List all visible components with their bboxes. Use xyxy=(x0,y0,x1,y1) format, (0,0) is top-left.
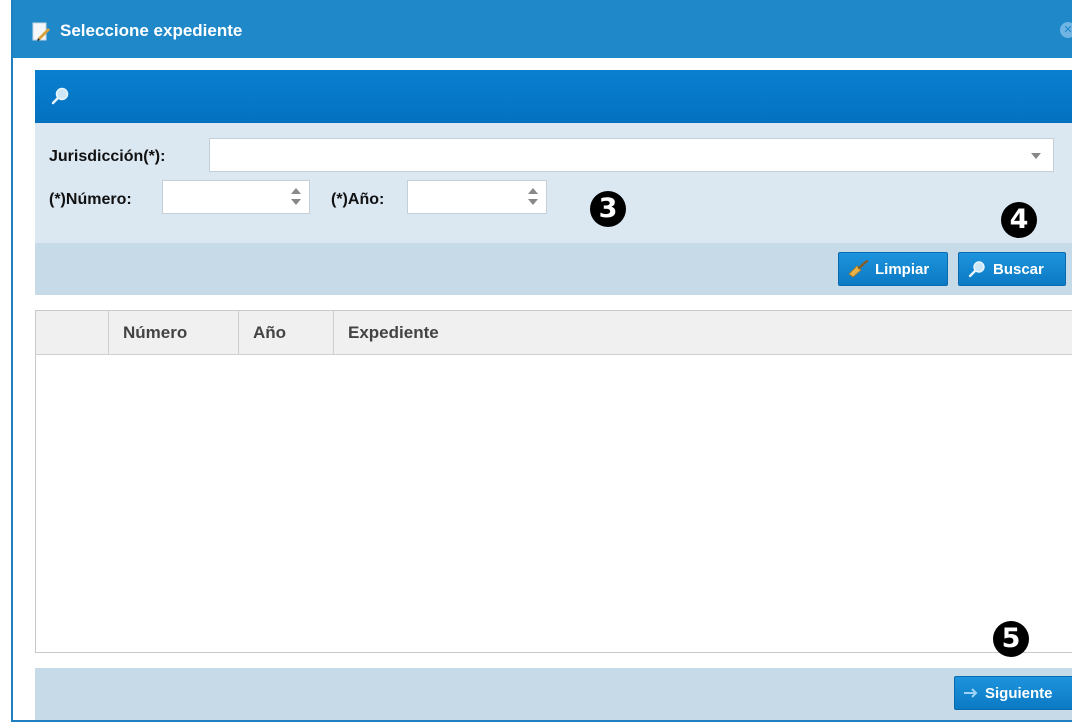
search-button-bar: Limpiar Buscar xyxy=(35,243,1072,295)
spin-down-icon[interactable] xyxy=(528,199,538,205)
siguiente-button[interactable]: Siguiente xyxy=(954,676,1072,710)
limpiar-button[interactable]: Limpiar xyxy=(838,252,948,286)
magnifier-icon xyxy=(51,87,69,105)
anio-stepper[interactable] xyxy=(528,188,538,208)
chevron-down-icon[interactable] xyxy=(1031,153,1041,159)
jurisdiccion-select[interactable] xyxy=(209,138,1054,172)
expedientes-table: Número Año Expediente xyxy=(35,310,1072,653)
column-header-numero[interactable]: Número xyxy=(109,311,239,355)
jurisdiccion-label: Jurisdicción(*): xyxy=(49,148,166,165)
step-marker-4: 4 xyxy=(1001,202,1037,238)
spin-down-icon[interactable] xyxy=(291,199,301,205)
anio-label: (*)Año: xyxy=(331,191,385,208)
step-marker-3: 3 xyxy=(590,191,626,227)
dialog-footer: Siguiente xyxy=(35,668,1072,720)
limpiar-label: Limpiar xyxy=(875,260,930,278)
dialog-window: Seleccione expediente ✕ Jurisdicción(*):… xyxy=(11,0,1072,722)
numero-label: (*)Número: xyxy=(49,191,132,208)
broom-icon xyxy=(848,260,869,278)
step-marker-5: 5 xyxy=(993,621,1029,657)
close-icon[interactable]: ✕ xyxy=(1060,22,1072,38)
buscar-button[interactable]: Buscar xyxy=(958,252,1066,286)
search-form: Jurisdicción(*): (*)Número: (*)Año: 3 xyxy=(35,123,1072,243)
buscar-label: Buscar xyxy=(993,260,1044,278)
numero-stepper[interactable] xyxy=(291,188,301,208)
siguiente-label: Siguiente xyxy=(985,684,1053,702)
column-header-expediente[interactable]: Expediente xyxy=(334,311,1072,355)
column-header-anio[interactable]: Año xyxy=(239,311,334,355)
spin-up-icon[interactable] xyxy=(528,188,538,194)
spin-up-icon[interactable] xyxy=(291,188,301,194)
dialog-title: Seleccione expediente xyxy=(60,21,243,40)
arrow-right-icon xyxy=(964,688,978,698)
anio-field[interactable] xyxy=(407,180,547,214)
document-edit-icon xyxy=(32,22,50,41)
search-panel-header xyxy=(35,70,1072,123)
table-header: Número Año Expediente xyxy=(36,311,1072,355)
column-header-select[interactable] xyxy=(36,311,109,355)
numero-field[interactable] xyxy=(162,180,310,214)
magnifier-icon xyxy=(968,261,985,278)
dialog-titlebar[interactable]: Seleccione expediente ✕ xyxy=(13,0,1072,58)
search-panel: Jurisdicción(*): (*)Número: (*)Año: 3 Li… xyxy=(35,70,1072,295)
